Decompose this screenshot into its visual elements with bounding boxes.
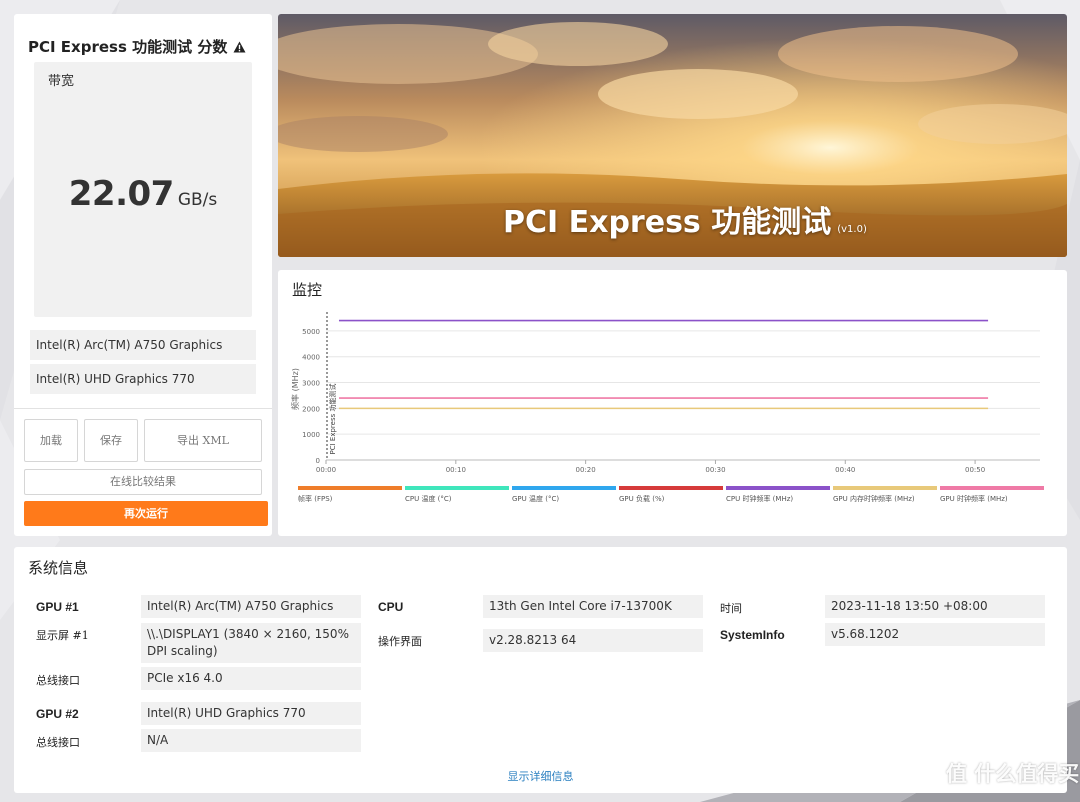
bus1-key: 总线接口: [36, 674, 80, 687]
gpu1-value: Intel(R) Arc(TM) A750 Graphics: [141, 595, 361, 618]
load-button[interactable]: 加载: [24, 419, 78, 462]
watermark-text: 值 什么值得买: [946, 762, 1080, 786]
score-card: PCI Express 功能测试 分数 带宽 22.07 GB/s Intel(R…: [14, 14, 272, 536]
cpu-value: 13th Gen Intel Core i7-13700K: [483, 595, 703, 618]
legend-swatch: [298, 486, 402, 490]
legend-swatch: [619, 486, 723, 490]
bandwidth-number: 22.07: [68, 174, 175, 214]
gpu2-value: Intel(R) UHD Graphics 770: [141, 702, 361, 725]
warning-icon[interactable]: [233, 39, 246, 57]
score-title-text: PCI Express 功能测试 分数: [28, 38, 228, 56]
y-tick-label: 2000: [302, 405, 320, 413]
bus1-value: PCIe x16 4.0: [141, 667, 361, 690]
legend-swatch: [512, 486, 616, 490]
score-title: PCI Express 功能测试 分数: [28, 36, 246, 57]
systeminfo-value: v5.68.1202: [825, 623, 1045, 646]
sysinfo-title: 系统信息: [28, 559, 89, 577]
export-xml-button[interactable]: 导出 XML: [144, 419, 262, 462]
bus2-key: 总线接口: [36, 736, 80, 749]
legend-item[interactable]: GPU 温度 (°C): [512, 486, 616, 504]
bandwidth-label: 带宽: [48, 74, 75, 89]
watermark-logo-icon: [910, 760, 940, 790]
display1-value: \\.\DISPLAY1 (3840 × 2160, 150% DPI scal…: [141, 623, 361, 663]
legend-item[interactable]: GPU 内存时钟频率 (MHz): [833, 486, 937, 504]
legend-item[interactable]: 帧率 (FPS): [298, 486, 402, 504]
legend-item[interactable]: CPU 温度 (°C): [405, 486, 509, 504]
time-value: 2023-11-18 13:50 +08:00: [825, 595, 1045, 618]
watermark: 值 什么值得买: [910, 758, 1079, 790]
y-tick-label: 3000: [302, 380, 320, 388]
legend-swatch: [405, 486, 509, 490]
run-again-button[interactable]: 再次运行: [24, 501, 268, 526]
legend-label: GPU 负载 (%): [619, 495, 665, 503]
y-tick-label: 5000: [302, 328, 320, 336]
bandwidth-panel: 带宽 22.07 GB/s: [34, 62, 252, 317]
system-info-panel: 系统信息 GPU #1 Intel(R) Arc(TM) A750 Graphi…: [14, 547, 1067, 793]
bandwidth-unit: GB/s: [177, 190, 218, 210]
legend-label: CPU 时钟频率 (MHz): [726, 495, 794, 503]
marker-label: PCI Express 功能测试: [328, 384, 337, 455]
bus2-value: N/A: [141, 729, 361, 752]
cpu-key: CPU: [378, 600, 404, 614]
test-banner: PCI Express 功能测试 (v1.0): [278, 14, 1067, 257]
gpu2-key: GPU #2: [36, 707, 79, 721]
legend-swatch: [940, 486, 1044, 490]
x-tick-label: 00:10: [446, 466, 466, 474]
gpu-list-item: Intel(R) Arc(TM) A750 Graphics: [30, 330, 256, 360]
x-tick-label: 00:00: [316, 466, 336, 474]
legend-swatch: [726, 486, 830, 490]
legend-label: GPU 内存时钟频率 (MHz): [833, 495, 915, 503]
os-value: v2.28.8213 64: [483, 629, 703, 652]
legend-item[interactable]: GPU 时钟频率 (MHz): [940, 486, 1044, 504]
bandwidth-value: 22.07 GB/s: [34, 174, 252, 214]
gpu-list-item: Intel(R) UHD Graphics 770: [30, 364, 256, 394]
monitor-panel: 监控 0 1000 2000 3000 4000 5000 00:00 00:10 00:20 0…: [278, 270, 1067, 536]
y-tick-label: 4000: [302, 354, 320, 362]
legend-item[interactable]: GPU 负载 (%): [619, 486, 723, 504]
x-tick-label: 00:50: [965, 466, 985, 474]
systeminfo-key: SystemInfo: [720, 628, 785, 642]
banner-version: (v1.0): [837, 224, 867, 235]
x-tick-label: 00:40: [835, 466, 855, 474]
legend-label: 帧率 (FPS): [298, 495, 333, 503]
compare-online-button[interactable]: 在线比较结果: [24, 469, 262, 495]
time-key: 时间: [720, 602, 742, 615]
divider: [14, 408, 272, 409]
legend-label: CPU 温度 (°C): [405, 495, 452, 503]
banner-title: PCI Express 功能测试 (v1.0): [503, 197, 867, 241]
y-axis-label: 频率 (MHz): [290, 368, 300, 410]
y-tick-label: 1000: [302, 431, 320, 439]
gpu1-key: GPU #1: [36, 600, 79, 614]
legend-label: GPU 温度 (°C): [512, 495, 560, 503]
os-key: 操作界面: [378, 635, 422, 648]
save-button[interactable]: 保存: [84, 419, 138, 462]
display1-key: 显示屏 #1: [36, 629, 89, 642]
banner-title-text: PCI Express 功能测试: [503, 205, 832, 240]
legend-item[interactable]: CPU 时钟频率 (MHz): [726, 486, 830, 504]
x-tick-label: 00:30: [705, 466, 725, 474]
x-tick-label: 00:20: [576, 466, 596, 474]
legend-label: GPU 时钟频率 (MHz): [940, 495, 1008, 503]
y-tick-label: 0: [316, 457, 320, 465]
legend-swatch: [833, 486, 937, 490]
